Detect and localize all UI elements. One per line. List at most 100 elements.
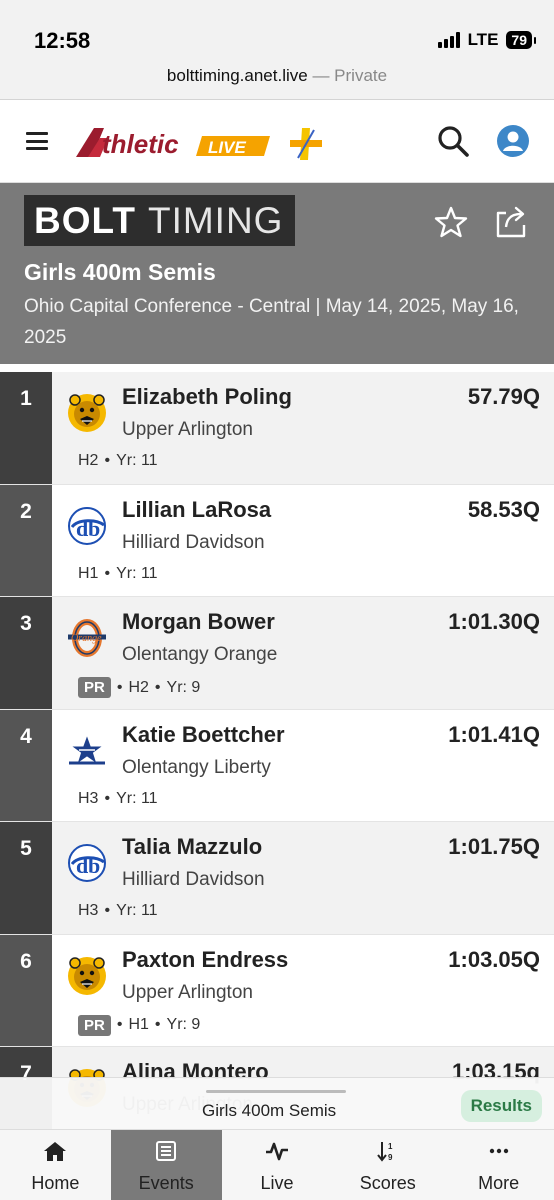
url-separator: — [307,66,335,85]
bolt-timing-logo: BOLT TIMING [24,195,295,246]
status-icons: LTE 79 [437,30,536,50]
meta-dot: • [104,564,111,582]
heat-label: H3 [78,789,99,807]
hd-logo: db [66,505,108,547]
heat-label: H3 [78,902,99,919]
result-row[interactable]: 1 Elizabeth Poling Upper Arlington H2 • Yr: 1… [0,372,554,485]
nav-scores[interactable]: 1 9 Scores [332,1130,443,1200]
meta-dot: • [116,678,123,696]
url-bar[interactable]: bolttiming.anet.live — Private [0,60,554,100]
drag-handle[interactable] [206,1090,346,1093]
list-icon [154,1140,178,1173]
result-mark: 58.53Q [467,496,540,522]
orange-o-logo: Orange [66,617,108,659]
more-icon [487,1140,511,1173]
brand-light: TIMING [147,199,284,241]
svg-text:LIVE: LIVE [208,138,246,157]
search-icon[interactable] [436,124,470,158]
nav-label: Scores [359,1173,416,1193]
result-meta: H2 • Yr: 11 [78,452,158,470]
athlete-name[interactable]: Katie Boettcher [122,722,285,748]
user-icon[interactable] [496,124,530,158]
place-number: 6 [0,934,52,1046]
result-meta: H3 • Yr: 11 [78,902,158,920]
result-mark: 1:03.05Q [448,946,540,972]
meta-dot: • [116,1016,123,1033]
result-row[interactable]: 2 d b Lillian LaRosa Hilliard Davidson H1 • Yr:… [0,484,554,597]
svg-text:b: b [88,516,100,541]
brand-bold: BOLT [34,199,136,241]
meta-dot: • [154,1016,161,1033]
bear-logo [66,955,108,997]
athlete-name[interactable]: Talia Mazzulo [122,834,262,860]
nav-more[interactable]: More [443,1130,554,1200]
place-number: 4 [0,709,52,821]
athlete-name[interactable]: Morgan Bower [122,609,275,635]
school-name[interactable]: Upper Arlington [122,419,253,441]
place-number: 3 [0,597,52,709]
result-meta: PR • H1 • Yr: 9 [78,1014,201,1036]
athlete-name[interactable]: Elizabeth Poling [122,384,292,410]
nav-label: Events [138,1173,194,1193]
logo-text: thletic [102,129,179,159]
year-label: Yr: 9 [166,1016,201,1033]
signal-icon [437,32,460,48]
pr-badge: PR [78,1014,111,1036]
hd-logo: db [66,842,108,884]
nav-events[interactable]: Events [110,1130,222,1200]
result-row[interactable]: 6 Paxton Endress Upper Arlington PR • H1 • Yr: … [0,934,554,1047]
nav-live[interactable]: Live [222,1130,333,1200]
athletic-live-logo[interactable]: thletic LIVE [74,124,270,160]
network-label: LTE [467,30,499,49]
result-mark: 1:01.75Q [448,834,540,859]
year-label: Yr: 9 [166,678,201,696]
result-meta: H3 • Yr: 11 [78,790,158,808]
result-row[interactable]: 4 Katie Boettcher Olentangy Liberty H3 • Yr: … [0,709,554,822]
heat-label: H2 [78,452,99,469]
star-logo [66,730,108,772]
result-mark: 57.79Q [467,384,540,409]
svg-text:Orange: Orange [71,633,102,644]
place-number: 2 [0,484,52,596]
athlete-name[interactable]: Lillian LaRosa [122,497,271,523]
school-name[interactable]: Olentangy Orange [122,644,277,666]
private-label: Private [334,66,388,85]
results-list: 1 Elizabeth Poling Upper Arlington H2 • Yr: 1… [0,372,554,1160]
status-bar: 12:58 LTE 79 [0,0,554,60]
pr-badge: PR [78,677,111,698]
meta-dot: • [104,789,111,807]
battery-icon: 79 [506,31,536,49]
plus-logo-icon [290,128,322,160]
menu-icon[interactable] [26,132,48,150]
result-meta: H1 • Yr: 11 [78,565,158,583]
event-subtitle: Ohio Capital Conference - Central | May … [24,296,519,348]
result-row[interactable]: 3 Orange Morgan Bower Olentangy Orange PR • H2… [0,597,554,710]
current-event-bar[interactable]: Girls 400m Semis Results [0,1077,554,1129]
nav-home[interactable]: Home [0,1130,111,1200]
current-event-title: Girls 400m Semis [202,1101,337,1120]
svg-text:9: 9 [388,1153,393,1162]
svg-text:d: d [76,516,88,541]
heat-label: H1 [78,564,99,582]
share-icon[interactable] [494,203,528,239]
school-name[interactable]: Olentangy Liberty [122,757,271,779]
bottom-nav: Home Events Live 1 9 Scores More [0,1129,554,1200]
place-number: 1 [0,372,52,484]
result-meta: PR • H2 • Yr: 9 [78,677,200,698]
pulse-icon [265,1140,289,1173]
year-label: Yr: 11 [116,564,158,582]
school-name[interactable]: Upper Arlington [122,982,253,1004]
sort-icon: 19 [376,1140,400,1173]
result-row[interactable]: 5 d b Talia Mazzulo Hilliard Davidson H3 • Yr: … [0,822,554,935]
event-title: Girls 400m Semis [24,259,216,285]
school-name[interactable]: Hilliard Davidson [122,532,265,554]
school-name[interactable]: Hilliard Davidson [122,869,265,891]
heat-label: H2 [128,678,149,696]
favorite-star-icon[interactable] [434,205,468,239]
year-label: Yr: 11 [116,902,158,919]
nav-label: Live [260,1173,294,1193]
athlete-name[interactable]: Paxton Endress [122,947,288,973]
app-header: thletic LIVE [0,100,554,183]
results-button[interactable]: Results [460,1090,542,1122]
clock: 12:58 [34,28,91,53]
